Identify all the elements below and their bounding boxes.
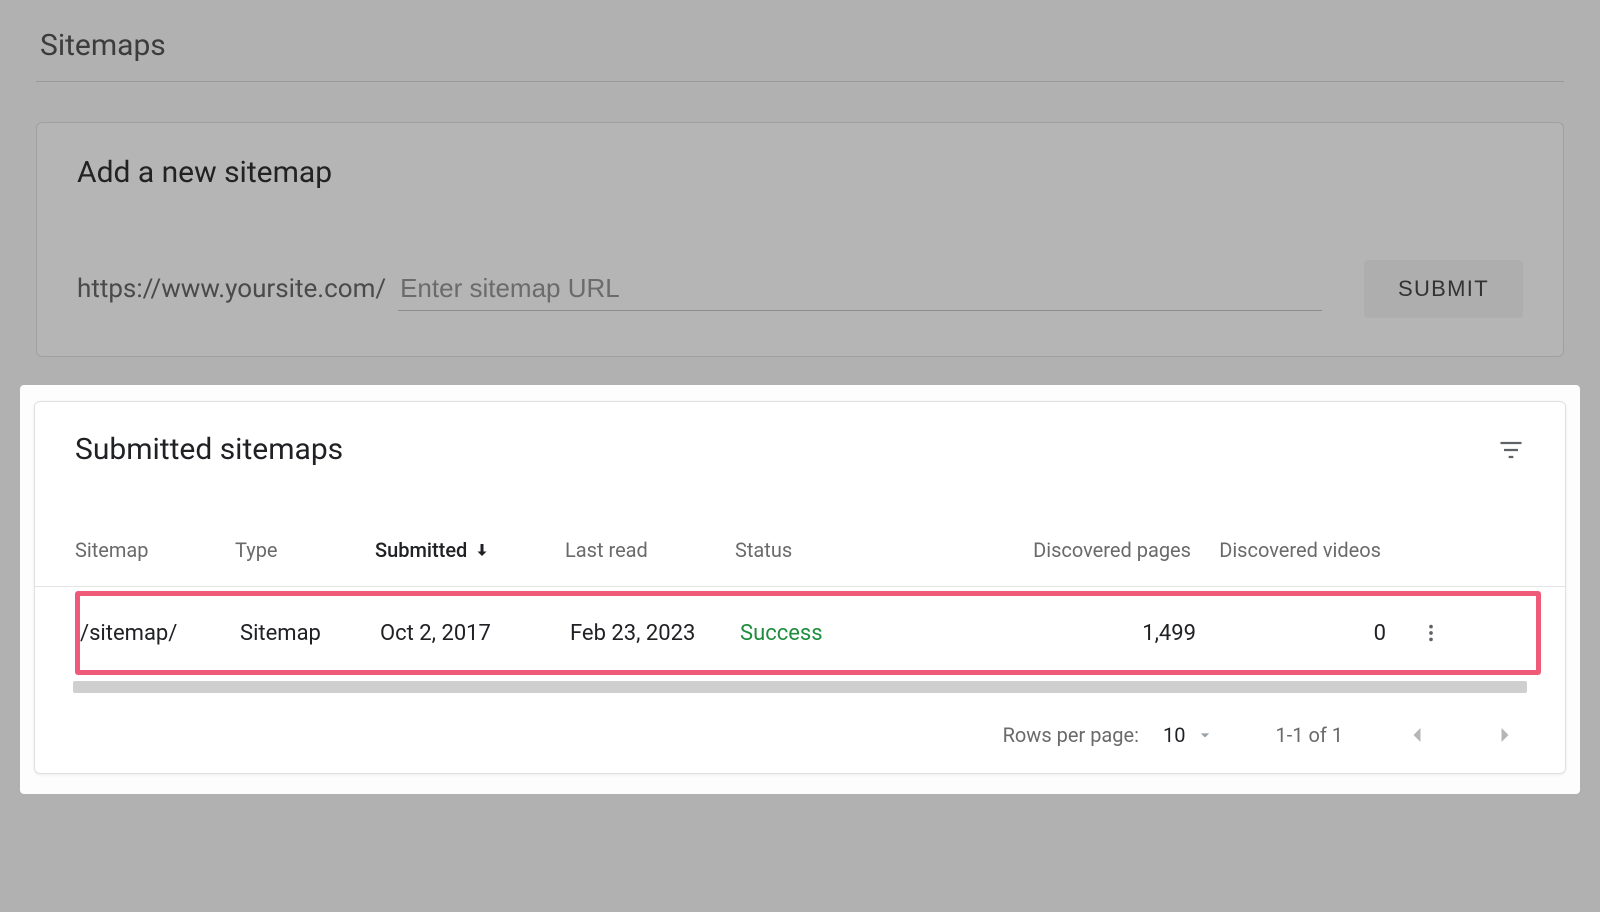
cell-discovered-videos: 0	[1196, 621, 1386, 646]
table-row[interactable]: /sitemap/ Sitemap Oct 2, 2017 Feb 23, 20…	[80, 596, 1536, 670]
prev-page-button[interactable]	[1403, 721, 1431, 749]
next-page-button[interactable]	[1491, 721, 1519, 749]
col-sitemap[interactable]: Sitemap	[75, 538, 235, 562]
col-last-read[interactable]: Last read	[565, 538, 735, 562]
divider	[36, 81, 1564, 82]
cell-sitemap: /sitemap/	[80, 621, 240, 646]
highlighted-row: /sitemap/ Sitemap Oct 2, 2017 Feb 23, 20…	[75, 591, 1541, 675]
caret-down-icon	[1195, 725, 1215, 745]
cell-submitted: Oct 2, 2017	[380, 621, 570, 646]
rows-per-page-select[interactable]: 10	[1163, 723, 1215, 747]
cell-discovered-pages: 1,499	[936, 621, 1196, 646]
more-vert-icon[interactable]	[1420, 622, 1442, 644]
sitemaps-table: Sitemap Type Submitted Last read Status …	[35, 513, 1565, 773]
page-title: Sitemaps	[0, 0, 1600, 81]
scroll-thumb[interactable]	[73, 681, 1527, 693]
arrow-down-icon	[473, 541, 491, 559]
chevron-left-icon	[1403, 721, 1431, 749]
col-type[interactable]: Type	[235, 538, 375, 562]
submitted-section-wrap: Submitted sitemaps Sitemap Type Submitte…	[20, 385, 1580, 794]
page-range: 1-1 of 1	[1275, 723, 1343, 747]
col-discovered-pages[interactable]: Discovered pages	[931, 538, 1191, 562]
submitted-sitemaps-card: Submitted sitemaps Sitemap Type Submitte…	[34, 401, 1566, 774]
table-header-row: Sitemap Type Submitted Last read Status …	[35, 513, 1565, 587]
table-pager: Rows per page: 10 1-1 of 1	[35, 693, 1565, 773]
col-status[interactable]: Status	[735, 538, 931, 562]
rows-per-page-value: 10	[1163, 723, 1185, 747]
col-submitted-label: Submitted	[375, 538, 467, 562]
add-sitemap-row: https://www.yoursite.com/ SUBMIT	[77, 260, 1523, 318]
submit-button[interactable]: SUBMIT	[1364, 260, 1523, 318]
add-sitemap-title: Add a new sitemap	[77, 155, 1523, 190]
table-header-bar: Submitted sitemaps	[35, 402, 1565, 477]
cell-type: Sitemap	[240, 621, 380, 646]
rows-per-page: Rows per page: 10	[1003, 723, 1216, 747]
cell-last-read: Feb 23, 2023	[570, 621, 740, 646]
sitemap-url-input[interactable]	[398, 267, 1322, 311]
rows-per-page-label: Rows per page:	[1003, 723, 1139, 747]
horizontal-scrollbar[interactable]	[73, 681, 1527, 693]
col-submitted[interactable]: Submitted	[375, 538, 565, 562]
submitted-sitemaps-title: Submitted sitemaps	[75, 432, 343, 467]
add-sitemap-card: Add a new sitemap https://www.yoursite.c…	[36, 122, 1564, 357]
chevron-right-icon	[1491, 721, 1519, 749]
cell-status: Success	[740, 621, 936, 646]
sitemap-url-prefix: https://www.yoursite.com/	[77, 274, 386, 304]
filter-icon[interactable]	[1497, 436, 1525, 464]
col-discovered-videos[interactable]: Discovered videos	[1191, 538, 1381, 562]
